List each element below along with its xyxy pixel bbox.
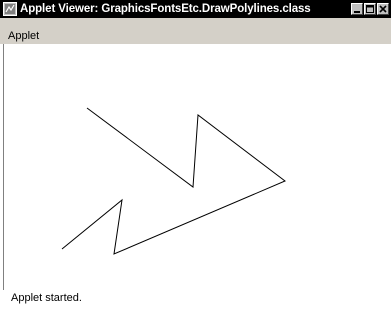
minimize-icon[interactable] <box>351 3 363 15</box>
close-icon[interactable] <box>377 3 389 15</box>
status-bar: Applet started. <box>0 290 391 336</box>
status-text: Applet started. <box>11 292 82 304</box>
menubar-spacer <box>0 18 391 28</box>
menu-bar: Applet <box>0 28 391 44</box>
window-title: Applet Viewer: GraphicsFontsEtc.DrawPoly… <box>20 3 311 15</box>
maximize-icon[interactable] <box>364 3 376 15</box>
applet-canvas[interactable] <box>3 44 389 290</box>
polyline-drawing <box>61 107 286 255</box>
title-bar[interactable]: Applet Viewer: GraphicsFontsEtc.DrawPoly… <box>0 0 391 18</box>
applet-viewer-window: Applet Viewer: GraphicsFontsEtc.DrawPoly… <box>0 0 391 336</box>
window-controls <box>351 3 389 15</box>
applet-viewer-icon[interactable] <box>3 2 17 16</box>
upper-polyline <box>61 107 286 255</box>
menu-applet[interactable]: Applet <box>0 30 46 42</box>
